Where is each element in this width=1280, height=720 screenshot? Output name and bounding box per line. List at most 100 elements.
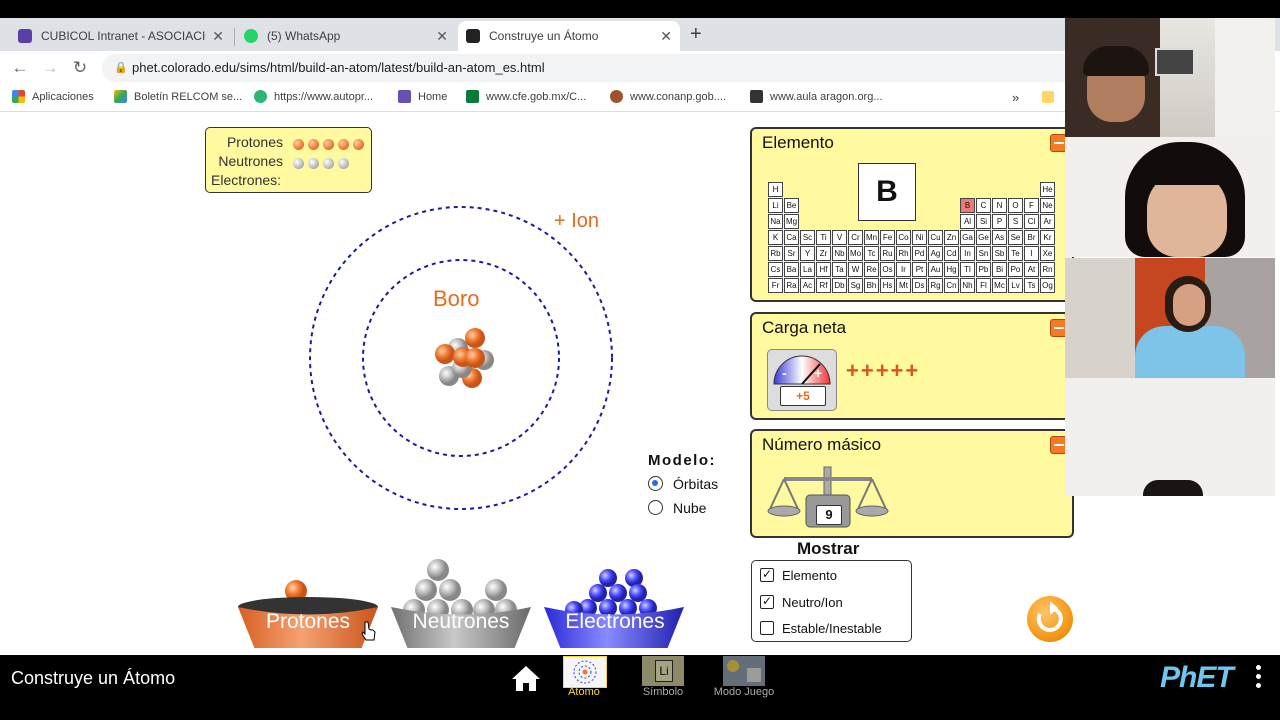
periodic-cell-ir[interactable]: Ir (896, 262, 911, 277)
periodic-cell-rf[interactable]: Rf (816, 278, 831, 293)
screen-tab-symbol[interactable]: Símbolo (630, 686, 696, 698)
periodic-cell-ar[interactable]: Ar (1040, 214, 1055, 229)
periodic-cell-ne[interactable]: Ne (1040, 198, 1055, 213)
bookmark-autopr[interactable]: https://www.autopr... (254, 90, 373, 103)
periodic-cell-be[interactable]: Be (784, 198, 799, 213)
periodic-cell-ti[interactable]: Ti (816, 230, 831, 245)
reload-icon[interactable]: ↻ (70, 58, 90, 78)
periodic-cell-re[interactable]: Re (864, 262, 879, 277)
periodic-cell-pt[interactable]: Pt (912, 262, 927, 277)
periodic-cell-rg[interactable]: Rg (928, 278, 943, 293)
bookmark-cfe[interactable]: www.cfe.gob.mx/C... (466, 90, 586, 103)
orbits-radio-label[interactable]: Órbitas (673, 476, 718, 492)
bookmark-aulaaragon[interactable]: www.aula aragon.org... (750, 90, 883, 103)
periodic-cell-lv[interactable]: Lv (1008, 278, 1023, 293)
periodic-cell-s[interactable]: S (1008, 214, 1023, 229)
periodic-cell-au[interactable]: Au (928, 262, 943, 277)
periodic-cell-k[interactable]: K (768, 230, 783, 245)
periodic-cell-w[interactable]: W (848, 262, 863, 277)
periodic-cell-os[interactable]: Os (880, 262, 895, 277)
periodic-cell-i[interactable]: I (1024, 246, 1039, 261)
periodic-cell-tl[interactable]: Tl (960, 262, 975, 277)
show-neutral-ion-checkbox[interactable]: ✓ (760, 595, 774, 609)
new-tab-button[interactable]: + (690, 23, 702, 46)
periodic-cell-rn[interactable]: Rn (1040, 262, 1055, 277)
periodic-cell-hg[interactable]: Hg (944, 262, 959, 277)
periodic-cell-h[interactable]: H (768, 182, 783, 197)
periodic-cell-cr[interactable]: Cr (848, 230, 863, 245)
periodic-cell-sr[interactable]: Sr (784, 246, 799, 261)
periodic-cell-in[interactable]: In (960, 246, 975, 261)
address-bar[interactable]: 🔒 phet.colorado.edu/sims/html/build-an-a… (102, 54, 1077, 82)
screen-tab-game[interactable]: Modo Juego (704, 686, 784, 698)
bookmark-conanp[interactable]: www.conanp.gob.... (610, 90, 726, 103)
periodic-cell-bh[interactable]: Bh (864, 278, 879, 293)
periodic-cell-b[interactable]: B (960, 198, 975, 213)
periodic-cell-ac[interactable]: Ac (800, 278, 815, 293)
nucleus[interactable] (435, 328, 494, 388)
periodic-cell-mo[interactable]: Mo (848, 246, 863, 261)
periodic-cell-fl[interactable]: Fl (976, 278, 991, 293)
periodic-cell-n[interactable]: N (992, 198, 1007, 213)
game-screen-icon[interactable] (723, 656, 765, 686)
periodic-cell-sc[interactable]: Sc (800, 230, 815, 245)
periodic-cell-sg[interactable]: Sg (848, 278, 863, 293)
orbits-radio[interactable] (648, 476, 663, 491)
periodic-cell-sb[interactable]: Sb (992, 246, 1007, 261)
periodic-cell-ta[interactable]: Ta (832, 262, 847, 277)
periodic-cell-xe[interactable]: Xe (1040, 246, 1055, 261)
reset-button[interactable] (1027, 596, 1073, 642)
periodic-cell-li[interactable]: Li (768, 198, 783, 213)
periodic-cell-cs[interactable]: Cs (768, 262, 783, 277)
periodic-cell-ag[interactable]: Ag (928, 246, 943, 261)
periodic-cell-ge[interactable]: Ge (976, 230, 991, 245)
periodic-cell-mt[interactable]: Mt (896, 278, 911, 293)
periodic-cell-og[interactable]: Og (1040, 278, 1055, 293)
periodic-cell-sn[interactable]: Sn (976, 246, 991, 261)
periodic-cell-c[interactable]: C (976, 198, 991, 213)
periodic-cell-rb[interactable]: Rb (768, 246, 783, 261)
periodic-cell-cu[interactable]: Cu (928, 230, 943, 245)
periodic-cell-po[interactable]: Po (1008, 262, 1023, 277)
periodic-cell-si[interactable]: Si (976, 214, 991, 229)
periodic-cell-ru[interactable]: Ru (880, 246, 895, 261)
periodic-cell-hs[interactable]: Hs (880, 278, 895, 293)
periodic-cell-ba[interactable]: Ba (784, 262, 799, 277)
periodic-cell-mn[interactable]: Mn (864, 230, 879, 245)
menu-dots-icon[interactable] (1256, 665, 1262, 688)
periodic-cell-as[interactable]: As (992, 230, 1007, 245)
home-icon[interactable] (511, 664, 541, 692)
proton[interactable] (465, 348, 485, 368)
periodic-cell-cl[interactable]: Cl (1024, 214, 1039, 229)
periodic-cell-f[interactable]: F (1024, 198, 1039, 213)
periodic-cell-ra[interactable]: Ra (784, 278, 799, 293)
back-arrow-icon[interactable]: ← (10, 58, 30, 78)
close-icon[interactable]: ✕ (436, 28, 448, 45)
phet-logo[interactable]: PhET (1160, 661, 1234, 695)
screen-tab-atom[interactable]: Átomo (563, 686, 605, 698)
folder-icon[interactable] (1042, 91, 1054, 103)
show-stable-label[interactable]: Estable/Inestable (782, 621, 882, 636)
tab-cubicol[interactable]: CUBICOL Intranet - ASOCIACION ✕ (10, 21, 232, 51)
periodic-cell-se[interactable]: Se (1008, 230, 1023, 245)
periodic-cell-nb[interactable]: Nb (832, 246, 847, 261)
periodic-cell-db[interactable]: Db (832, 278, 847, 293)
bookmark-home[interactable]: Home (398, 90, 447, 103)
periodic-cell-at[interactable]: At (1024, 262, 1039, 277)
bookmarks-more-button[interactable]: » (1012, 90, 1019, 105)
bookmark-apps[interactable]: Aplicaciones (12, 90, 94, 103)
periodic-cell-fr[interactable]: Fr (768, 278, 783, 293)
periodic-cell-zn[interactable]: Zn (944, 230, 959, 245)
cloud-radio-label[interactable]: Nube (673, 500, 706, 516)
periodic-cell-hf[interactable]: Hf (816, 262, 831, 277)
periodic-cell-p[interactable]: P (992, 214, 1007, 229)
proton[interactable] (435, 344, 455, 364)
periodic-cell-ca[interactable]: Ca (784, 230, 799, 245)
periodic-cell-ts[interactable]: Ts (1024, 278, 1039, 293)
periodic-cell-mc[interactable]: Mc (992, 278, 1007, 293)
periodic-cell-o[interactable]: O (1008, 198, 1023, 213)
show-stable-checkbox[interactable] (760, 621, 774, 635)
periodic-cell-ds[interactable]: Ds (912, 278, 927, 293)
periodic-cell-kr[interactable]: Kr (1040, 230, 1055, 245)
periodic-cell-pd[interactable]: Pd (912, 246, 927, 261)
